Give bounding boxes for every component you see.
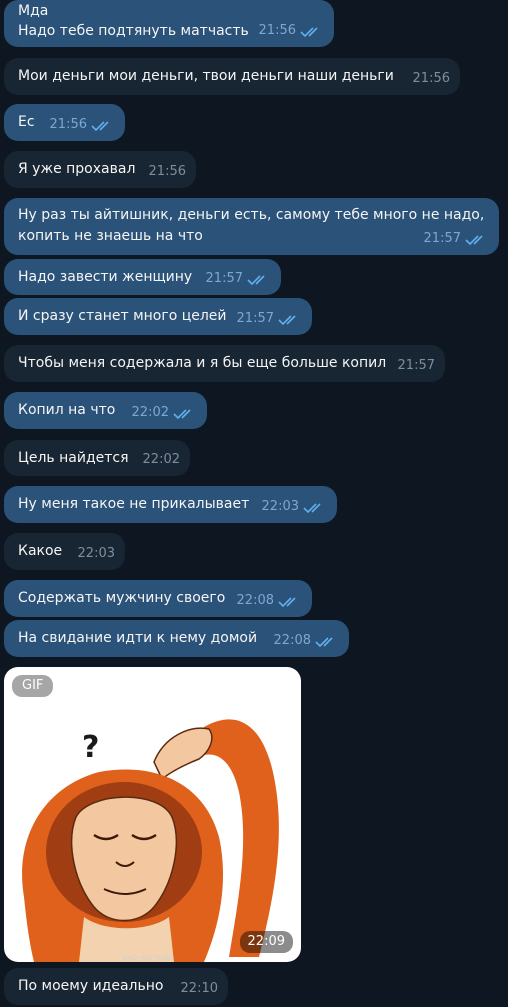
message-time: 22:03 [77,546,115,561]
gif-message[interactable]: ? GIF 22:09 WHO YOU TEXAS [4,667,301,962]
message-time: 22:09 [239,931,293,953]
message-time: 21:56 [148,164,186,179]
message-bubble[interactable]: Мои деньги мои деньги, твои деньги наши … [4,58,460,95]
read-double-check-icon [303,503,321,514]
read-double-check-icon [278,315,296,326]
message-bubble[interactable]: Чтобы меня содержала и я бы еще больше к… [4,345,445,382]
message-bubble[interactable]: Мда Надо тебе подтянуть матчасть 21:56 [4,0,334,47]
read-double-check-icon [91,121,109,132]
read-double-check-icon [315,637,333,648]
message-bubble[interactable]: Я уже прохавал 21:56 [4,151,196,188]
message-bubble[interactable]: По моему идеально 22:10 [4,968,228,1005]
message-time: 21:57 [397,358,435,373]
message-text: Мои деньги мои деньги, твои деньги наши … [18,68,394,84]
message-bubble[interactable]: Копил на что 22:02 [4,392,207,429]
message-bubble[interactable]: Содержать мужчину своего 22:08 [4,580,312,617]
read-double-check-icon [300,27,318,38]
message-time: 22:02 [131,405,169,420]
message-time: 21:56 [49,117,87,132]
message-bubble[interactable]: На свидание идти к нему домой 22:08 [4,620,349,657]
svg-text:?: ? [82,730,99,765]
read-double-check-icon [247,275,265,286]
read-double-check-icon [465,235,483,246]
message-time: 22:02 [142,452,180,467]
message-time: 21:56 [412,71,450,86]
read-double-check-icon [278,597,296,608]
message-bubble[interactable]: Ну раз ты айтишник, деньги есть, самому … [4,198,499,255]
message-time: 21:57 [236,311,274,326]
message-bubble[interactable]: Какое 22:03 [4,533,125,570]
message-bubble[interactable]: Ну меня такое не прикалывает 22:03 [4,486,337,523]
message-bubble[interactable]: Цель найдется 22:02 [4,440,190,476]
message-time: 21:57 [205,271,243,286]
message-time: 21:57 [423,231,461,246]
message-bubble[interactable]: Надо завести женщину 21:57 [4,259,281,295]
chat-history: Мда Надо тебе подтянуть матчасть 21:56 М… [0,0,508,1007]
message-time: 21:56 [258,23,296,38]
read-double-check-icon [173,409,191,420]
gif-caption: WHO YOU TEXAS [122,955,173,962]
message-text: Чтобы меня содержала и я бы еще больше к… [18,355,387,371]
gif-badge: GIF [12,675,54,697]
message-time: 22:08 [236,593,274,608]
message-bubble[interactable]: И сразу станет много целей 21:57 [4,298,312,335]
message-time: 22:10 [180,981,218,996]
message-bubble[interactable]: Ес 21:56 [4,104,125,141]
orangutan-gif-image: ? [22,719,279,962]
message-time: 22:03 [261,499,299,514]
message-time: 22:08 [273,633,311,648]
